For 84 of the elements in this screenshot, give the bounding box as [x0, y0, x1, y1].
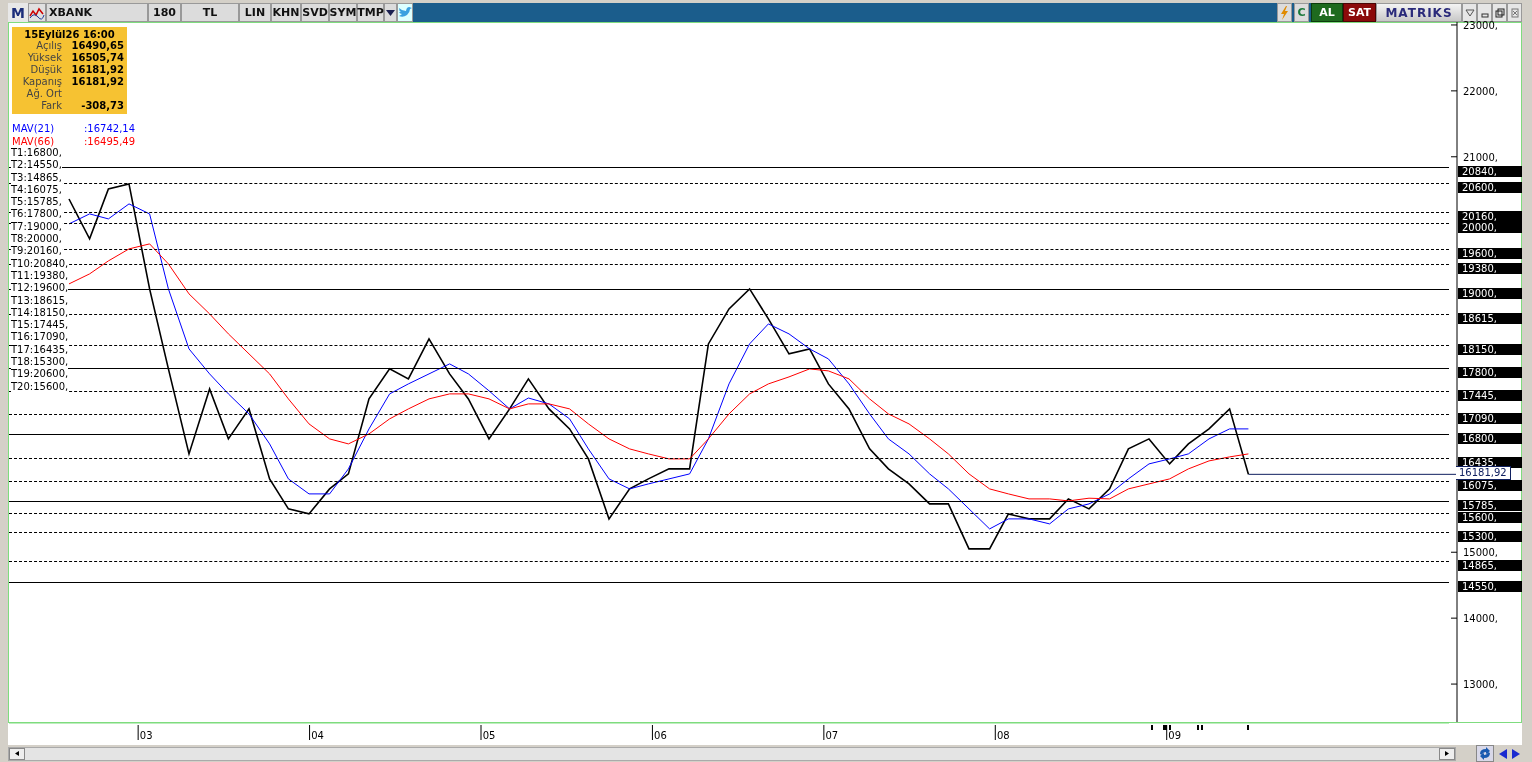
toolbar-button[interactable]: SYM	[329, 3, 357, 22]
sell-button[interactable]: SAT	[1343, 3, 1376, 22]
level-label: 19380,	[1458, 262, 1522, 274]
x-axis-label: 04	[310, 730, 325, 741]
symbol-field[interactable]: XBANK	[46, 3, 148, 22]
scroll-right-icon[interactable]	[1439, 747, 1455, 760]
x-axis-label: 07	[824, 730, 840, 741]
buy-button[interactable]: AL	[1311, 3, 1343, 22]
level-legend: T9:20160,	[11, 245, 62, 258]
field-label: Açılış	[36, 40, 62, 52]
dropdown-caret-icon[interactable]	[384, 3, 397, 22]
field-label: Kapanış	[21, 76, 62, 88]
indicator-label: MAV(21)	[12, 122, 56, 135]
level-label: 17090,	[1458, 413, 1522, 425]
level-label: 20600,	[1458, 182, 1522, 194]
level-label: 20840,	[1458, 166, 1522, 178]
level-label: 18615,	[1458, 312, 1522, 324]
level-label: 15785,	[1458, 499, 1522, 511]
minimize-icon[interactable]	[1477, 3, 1492, 22]
level-legend: T15:17445,	[11, 319, 69, 332]
level-legend: T2:14550,	[11, 159, 62, 172]
level-label: 19000,	[1458, 287, 1522, 299]
refresh-button[interactable]: C	[1294, 3, 1309, 22]
scroll-left-icon[interactable]	[9, 747, 25, 760]
indicator-label: MAV(66)	[12, 135, 56, 148]
toolbar-button[interactable]: LIN	[239, 3, 271, 22]
right-arrow-icon[interactable]	[1509, 747, 1522, 760]
y-axis-label: 21000,	[1463, 151, 1498, 163]
indicator-value: :16495,49	[84, 135, 136, 148]
brand-button[interactable]: MATRIKS	[1376, 3, 1462, 22]
x-axis-label: 03	[138, 730, 154, 741]
dropdown-caret-icon[interactable]	[1462, 3, 1477, 22]
toolbar-button[interactable]: SVD	[301, 3, 329, 22]
field-label: Yüksek	[26, 52, 62, 64]
level-legend: T1:16800,	[11, 147, 62, 160]
field-label: Düşük	[29, 64, 62, 76]
y-axis-label: 14000,	[1463, 613, 1498, 625]
level-label: 18150,	[1458, 343, 1522, 355]
y-axis-label: 23000,	[1463, 19, 1498, 31]
field-value: 16505,74	[70, 52, 124, 64]
level-label: 17445,	[1458, 390, 1522, 402]
chart-icon[interactable]	[28, 3, 46, 22]
level-label: 16800,	[1458, 432, 1522, 444]
field-label: Ağ. Ort	[26, 88, 62, 100]
period-field[interactable]: 180	[148, 3, 181, 22]
level-legend: T18:15300,	[11, 356, 69, 369]
x-axis-label: 05	[481, 730, 497, 741]
level-legend: T12:19600,	[11, 282, 69, 295]
restore-icon[interactable]	[1492, 3, 1507, 22]
y-axis-label: 22000,	[1463, 85, 1498, 97]
field-label: Fark	[40, 100, 62, 112]
level-label: 17800,	[1458, 366, 1522, 378]
level-legend: T6:17800,	[11, 208, 62, 221]
price-label: 16181,92	[1456, 466, 1511, 481]
y-axis-label: 13000,	[1463, 679, 1498, 691]
level-legend: T19:20600,	[11, 368, 69, 381]
level-label: 19600,	[1458, 248, 1522, 260]
field-value: 16181,92	[70, 76, 124, 88]
currency-field[interactable]: TL	[181, 3, 239, 22]
field-value: 16181,92	[70, 64, 124, 76]
toolbar-button[interactable]: TMP	[357, 3, 384, 22]
toolbar-button[interactable]: KHN	[271, 3, 301, 22]
level-legend: T5:15785,	[11, 196, 62, 209]
level-label: 15300,	[1458, 531, 1522, 543]
field-value: -308,73	[80, 100, 124, 112]
date-time: 15Eylül26 16:00	[23, 29, 115, 40]
level-label: 16075,	[1458, 480, 1522, 492]
logo-button[interactable]: M	[8, 3, 28, 22]
indicator-value: :16742,14	[84, 122, 136, 135]
x-axis-label: 09	[1167, 730, 1183, 741]
horizontal-scrollbar[interactable]	[8, 746, 1456, 761]
level-label: 14550,	[1458, 580, 1522, 592]
sync-icon[interactable]	[1476, 745, 1494, 762]
level-label: 20000,	[1458, 221, 1522, 233]
field-value: 16490,65	[71, 40, 124, 52]
x-axis-label: 08	[995, 730, 1011, 741]
level-label: 15600,	[1458, 511, 1522, 523]
y-axis-label: 15000,	[1463, 547, 1498, 559]
x-axis-label: 06	[653, 730, 668, 741]
level-legend: T16:17090,	[11, 331, 69, 344]
level-label: 14865,	[1458, 560, 1522, 572]
level-legend: T8:20000,	[11, 233, 62, 246]
level-label: 20160,	[1458, 211, 1522, 223]
close-icon[interactable]	[1507, 3, 1522, 22]
